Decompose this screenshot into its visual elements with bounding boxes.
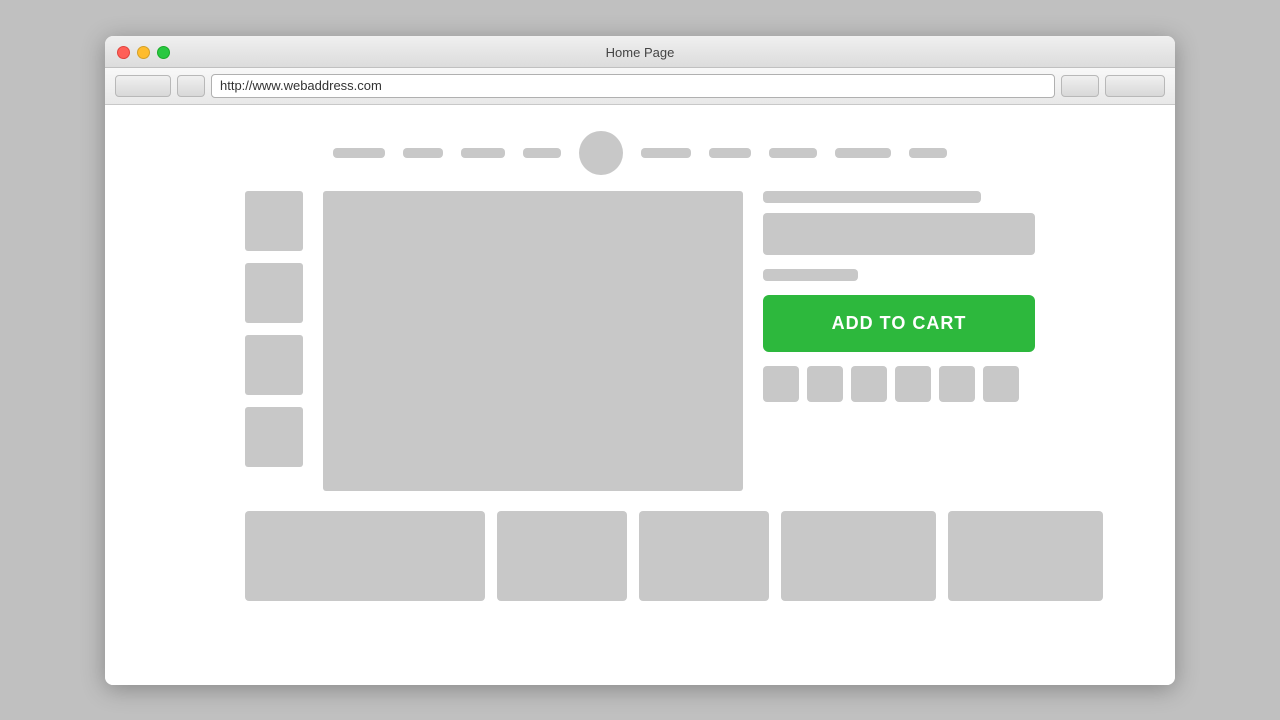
- thumbnail-3[interactable]: [245, 335, 303, 395]
- browser-window: Home Page http://www.webaddress.com: [105, 36, 1175, 685]
- close-button[interactable]: [117, 46, 130, 59]
- add-to-cart-button[interactable]: ADD TO CART: [763, 295, 1035, 352]
- bottom-item-5[interactable]: [948, 511, 1103, 601]
- thumbnail-4[interactable]: [245, 407, 303, 467]
- bottom-item-4[interactable]: [781, 511, 936, 601]
- nav-right-button[interactable]: [1061, 75, 1099, 97]
- maximize-button[interactable]: [157, 46, 170, 59]
- thumbnail-column: [245, 191, 303, 491]
- traffic-lights: [117, 46, 170, 59]
- nav-menu: [105, 125, 1175, 191]
- thumbnail-2[interactable]: [245, 263, 303, 323]
- product-title: [763, 191, 981, 203]
- product-section: ADD TO CART: [105, 191, 1175, 491]
- product-icon-5: [939, 366, 975, 402]
- url-bar[interactable]: http://www.webaddress.com: [211, 74, 1055, 98]
- back-forward-buttons[interactable]: [115, 75, 171, 97]
- product-icon-1: [763, 366, 799, 402]
- product-price: [763, 269, 858, 281]
- nav-menu-item[interactable]: [769, 148, 817, 158]
- thumbnail-1[interactable]: [245, 191, 303, 251]
- nav-menu-item[interactable]: [333, 148, 385, 158]
- product-description: [763, 213, 1035, 255]
- nav-menu-item[interactable]: [709, 148, 751, 158]
- nav-menu-item[interactable]: [835, 148, 891, 158]
- minimize-button[interactable]: [137, 46, 150, 59]
- product-info: ADD TO CART: [763, 191, 1035, 491]
- nav-menu-item[interactable]: [523, 148, 561, 158]
- url-text: http://www.webaddress.com: [220, 78, 382, 93]
- main-product-image: [323, 191, 743, 491]
- nav-bar: http://www.webaddress.com: [105, 68, 1175, 105]
- product-icon-3: [851, 366, 887, 402]
- bottom-grid: [105, 491, 1175, 601]
- bottom-item-2[interactable]: [497, 511, 627, 601]
- product-icons-row: [763, 366, 1035, 402]
- bottom-item-3[interactable]: [639, 511, 769, 601]
- title-bar: Home Page: [105, 36, 1175, 68]
- site-logo: [579, 131, 623, 175]
- product-icon-4: [895, 366, 931, 402]
- page-content: ADD TO CART: [105, 105, 1175, 685]
- nav-right-button-2[interactable]: [1105, 75, 1165, 97]
- bottom-item-1[interactable]: [245, 511, 485, 601]
- window-title: Home Page: [606, 45, 675, 60]
- nav-menu-item[interactable]: [641, 148, 691, 158]
- nav-menu-item[interactable]: [403, 148, 443, 158]
- product-icon-2: [807, 366, 843, 402]
- refresh-button[interactable]: [177, 75, 205, 97]
- nav-menu-item[interactable]: [909, 148, 947, 158]
- product-icon-6: [983, 366, 1019, 402]
- nav-menu-item[interactable]: [461, 148, 505, 158]
